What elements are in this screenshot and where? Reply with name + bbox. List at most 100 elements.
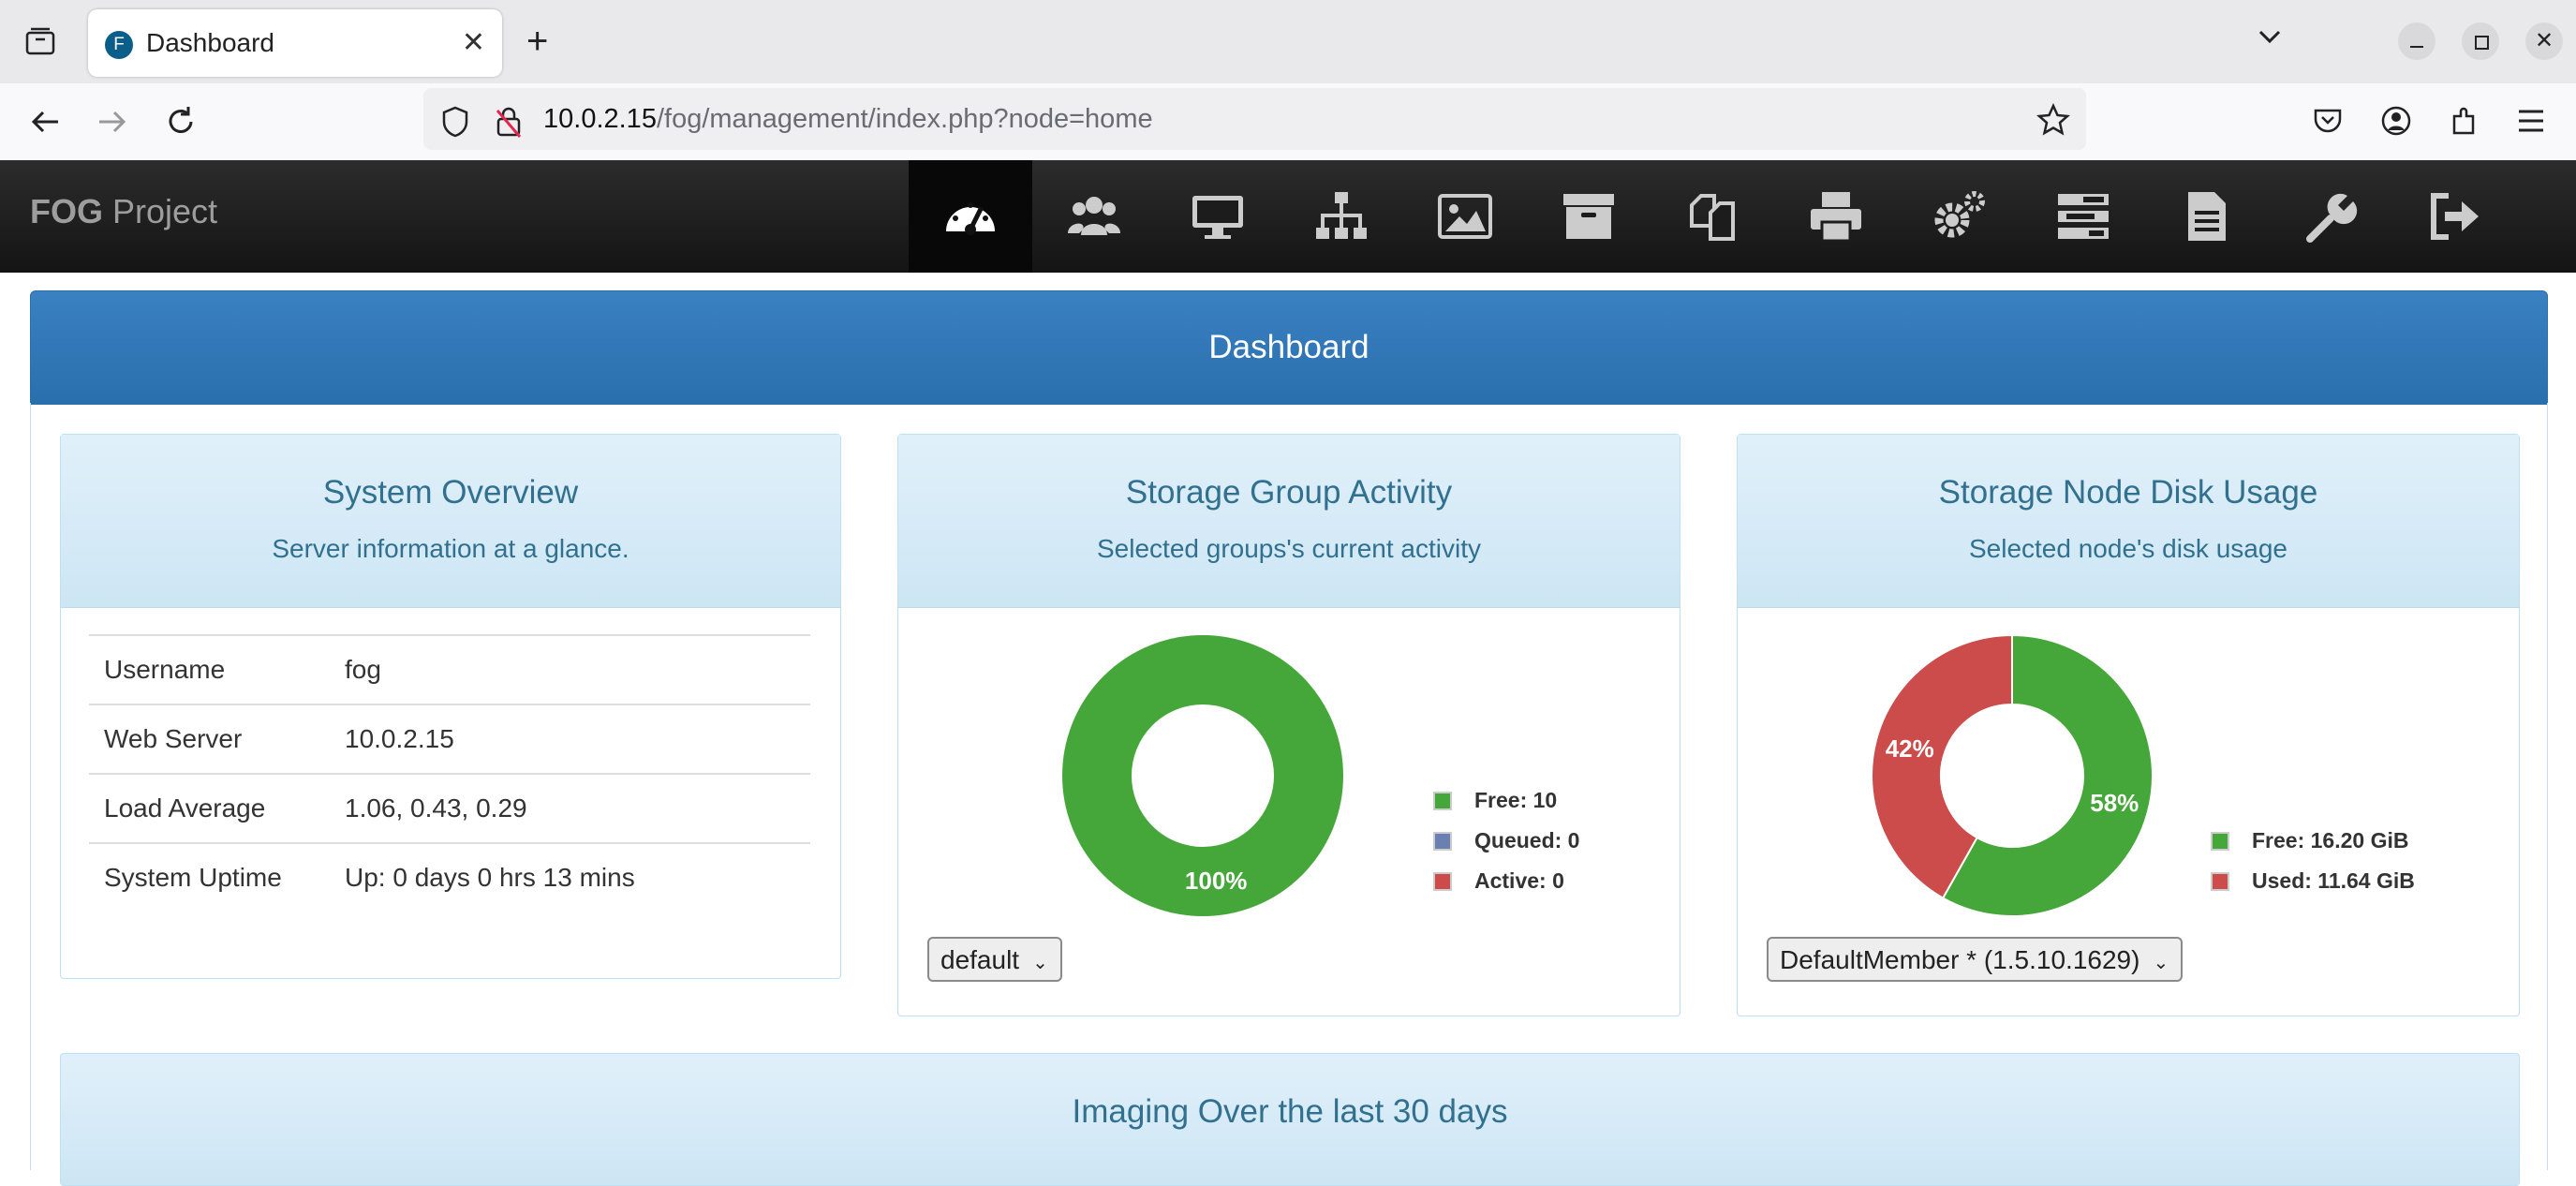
overview-label: Web Server	[89, 704, 330, 774]
chevron-down-icon: ⌄	[2153, 953, 2169, 973]
pocket-icon[interactable]	[2312, 105, 2344, 141]
system-overview-table: Username fog Web Server 10.0.2.15 Load Ave…	[89, 634, 810, 912]
menu-dashboard[interactable]	[909, 160, 1032, 273]
snapins-icon	[1690, 194, 1735, 241]
menu-service-config[interactable]	[1898, 160, 2021, 273]
legend-label: Free: 16.20 GiB	[2252, 828, 2409, 852]
legend-item: Free: 10	[1433, 780, 1579, 821]
overview-value: fog	[330, 634, 810, 704]
storage-icon	[1563, 194, 1614, 239]
menu-icon[interactable]	[2516, 107, 2546, 140]
storage-node-select[interactable]: DefaultMember * (1.5.10.1629) ⌄	[1767, 937, 2183, 982]
brand-rest: Project	[103, 192, 218, 230]
legend-swatch-free	[1433, 791, 1452, 810]
system-overview-panel: System Overview Server information at a …	[60, 434, 841, 979]
tab-close-icon[interactable]: ✕	[462, 26, 485, 59]
legend-swatch-active	[1433, 871, 1452, 891]
overview-value: 10.0.2.15	[330, 704, 810, 774]
menu-printers[interactable]	[1774, 160, 1898, 273]
url-text[interactable]: 10.0.2.15/fog/management/index.php?node=…	[543, 104, 1153, 135]
pie-slice-label: 42%	[1886, 734, 1934, 763]
storage-group-title: Storage Group Activity	[1125, 474, 1453, 511]
imaging-panel: Imaging Over the last 30 days	[60, 1053, 2520, 1186]
fog-config-icon	[2306, 193, 2358, 243]
pie-slice-label: 100%	[1185, 867, 1248, 895]
legend-swatch-free	[2211, 831, 2229, 851]
overview-label: Load Average	[89, 773, 330, 843]
reports-icon	[2188, 192, 2226, 241]
system-overview-header	[61, 435, 840, 608]
logout-icon	[2431, 193, 2479, 240]
overview-value: Up: 0 days 0 hrs 13 mins	[330, 842, 810, 912]
legend-label: Used: 11.64 GiB	[2252, 868, 2415, 893]
table-row: Load Average 1.06, 0.43, 0.29	[89, 773, 810, 843]
menu-snapins[interactable]	[1651, 160, 1774, 273]
table-row: System Uptime Up: 0 days 0 hrs 13 mins	[89, 842, 810, 912]
storage-group-donut-chart: 100%	[1062, 635, 1343, 916]
legend-swatch-used	[2211, 871, 2229, 891]
menu-users[interactable]	[1032, 160, 1156, 273]
menu-reports[interactable]	[2145, 160, 2269, 273]
storage-node-subtitle: Selected node's disk usage	[1968, 534, 2288, 563]
menu-storage[interactable]	[1527, 160, 1651, 273]
imaging-title: Imaging Over the last 30 days	[1072, 1093, 1508, 1130]
images-icon	[1438, 194, 1492, 239]
overview-value: 1.06, 0.43, 0.29	[330, 773, 810, 843]
browser-tab[interactable]: F Dashboard ✕	[88, 9, 502, 77]
hosts-icon	[1192, 196, 1243, 239]
back-icon[interactable]	[28, 105, 62, 143]
menu-images[interactable]	[1403, 160, 1527, 273]
storage-group-legend: Free: 10 Queued: 0 Active: 0	[1433, 780, 1579, 901]
legend-item: Active: 0	[1433, 861, 1579, 901]
select-value: default	[940, 945, 1020, 974]
menu-tasks[interactable]	[2021, 160, 2145, 273]
insecure-lock-icon[interactable]	[495, 105, 523, 143]
storage-group-subtitle: Selected groups's current activity	[1097, 534, 1481, 563]
overview-label: Username	[89, 634, 330, 704]
reload-icon[interactable]	[163, 104, 199, 144]
legend-item: Queued: 0	[1433, 821, 1579, 861]
legend-label: Queued: 0	[1474, 828, 1580, 852]
chevron-down-icon: ⌄	[1032, 953, 1048, 973]
table-row: Username fog	[89, 634, 810, 704]
menu-groups[interactable]	[1280, 160, 1403, 273]
printers-icon	[1811, 192, 1861, 243]
fog-favicon-icon: F	[105, 31, 133, 59]
url-host: 10.0.2.15	[543, 104, 657, 134]
tab-overview-icon[interactable]	[24, 26, 56, 61]
bookmark-star-icon[interactable]	[2036, 102, 2071, 141]
window-close-icon[interactable]: ✕	[2525, 22, 2563, 60]
menu-hosts[interactable]	[1156, 160, 1280, 273]
brand-logo[interactable]: FOG Project	[30, 192, 217, 231]
select-value: DefaultMember * (1.5.10.1629)	[1780, 945, 2140, 974]
system-overview-subtitle: Server information at a glance.	[272, 534, 629, 563]
tab-title: Dashboard	[146, 28, 274, 57]
table-row: Web Server 10.0.2.15	[89, 704, 810, 774]
shield-icon[interactable]	[440, 105, 470, 143]
legend-swatch-queued	[1433, 831, 1452, 851]
menu-logout[interactable]	[2392, 160, 2516, 273]
groups-icon	[1316, 192, 1367, 239]
new-tab-icon[interactable]: +	[526, 21, 548, 63]
restore-icon[interactable]	[2462, 22, 2499, 60]
storage-group-select[interactable]: default ⌄	[927, 937, 1062, 982]
users-icon	[1068, 197, 1120, 235]
minimize-icon[interactable]	[2398, 22, 2435, 60]
forward-icon[interactable]	[96, 105, 129, 143]
tab-list-icon[interactable]	[2256, 22, 2284, 55]
url-path: /fog/management/index.php?node=home	[656, 104, 1153, 134]
service-config-icon	[1934, 191, 1985, 238]
brand-bold: FOG	[30, 192, 103, 230]
dashboard-icon	[946, 202, 995, 235]
pie-slice-label: 58%	[2090, 789, 2139, 817]
account-icon[interactable]	[2380, 105, 2412, 141]
tasks-icon	[2058, 194, 2109, 239]
storage-node-donut-chart: 58% 42%	[1871, 633, 2154, 917]
extensions-icon[interactable]	[2449, 105, 2480, 141]
storage-node-legend: Free: 16.20 GiB Used: 11.64 GiB	[2211, 821, 2415, 901]
overview-label: System Uptime	[89, 842, 330, 912]
menu-fog-config[interactable]	[2269, 160, 2392, 273]
storage-node-header	[1738, 435, 2519, 608]
storage-group-header	[898, 435, 1680, 608]
legend-label: Active: 0	[1474, 868, 1564, 893]
